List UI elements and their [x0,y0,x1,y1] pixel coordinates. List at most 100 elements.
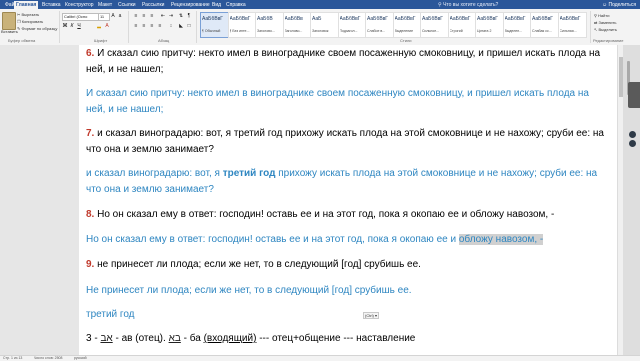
style-gallery-item[interactable]: АаБбВвГ Слабое в... [365,12,394,38]
style-name-label: Сильная... [559,29,577,33]
verse-9[interactable]: 9. не принесет ли плода; если же нет, то… [86,257,611,273]
verse-6[interactable]: 6. И сказал сию притчу: некто имел в вин… [86,46,611,78]
etymology-line[interactable]: 3 - אב - ав (отец). בא - ба (входящий) -… [86,331,611,347]
bullets-icon[interactable]: ≡ [133,13,139,19]
multilevel-list-icon[interactable]: ≡ [149,13,155,19]
verse-8-copy[interactable]: Но он сказал ему в ответ: господин! оста… [86,232,611,248]
style-gallery-item[interactable]: АаБбВвГ ¶ Без инте... [227,12,257,38]
status-language[interactable]: русский [74,356,87,361]
style-name-label: Цитата 2 [477,29,492,33]
style-gallery-item[interactable]: АаБбВвГ ¶ Обычный [200,12,229,38]
tell-me-search[interactable]: ⚲ Что вы хотите сделать? [438,1,498,9]
document-page[interactable]: 6. И сказал сию притчу: некто имел в вин… [79,45,617,355]
underline-button[interactable]: Ч [76,23,82,29]
increase-indent-icon[interactable]: ⇥ [168,13,174,19]
italic-button[interactable]: К [69,23,75,29]
line-spacing-icon[interactable]: ↕ [168,23,174,29]
status-word-count[interactable]: Число слов: 2508 [34,356,62,361]
cut-button[interactable]: ✂ Вырезать [17,12,39,18]
style-gallery-item[interactable]: АаБбВвГ Подзагол... [337,12,367,38]
style-sample-text: АаБбВвГ [449,16,471,22]
etymology-av: - ав (отец). [112,333,169,344]
etymology-ba: - ба [180,333,204,344]
style-sample-text: АаБбВв [284,16,303,22]
style-gallery-item[interactable]: АаБбВвГ Выделен... [502,12,532,38]
style-sample-text: АаБбВвГ [559,16,581,22]
grow-font-button[interactable]: A [110,13,116,19]
format-painter-button[interactable]: ✎ Формат по образцу [17,26,57,32]
align-right-icon[interactable]: ≡ [149,23,155,29]
verse-7-number: 7. [86,128,95,139]
paste-button[interactable]: Вставить [1,29,18,35]
ribbon-separator [128,11,129,43]
copy-label: Копировать [21,19,44,24]
shrink-font-button[interactable]: a [117,13,123,19]
tab-view[interactable]: Вид [210,1,223,9]
tab-insert[interactable]: Вставка [40,1,63,9]
select-button[interactable]: ↖ Выделить [594,27,617,33]
verse-9-copy[interactable]: Не принесет ли плода; если же нет, то в … [86,283,611,299]
tab-help[interactable]: Справка [224,1,248,9]
tab-review[interactable]: Рецензирование [169,1,212,9]
verse-9-text: не принесет ли плода; если же нет, то в … [97,259,421,270]
copy-button[interactable]: ❐ Копировать [17,19,43,25]
replace-button[interactable]: ⇄ Заменить [594,20,616,26]
style-name-label: Сильное... [422,29,440,33]
sort-icon[interactable]: ⇅ [178,13,184,19]
verse-6-text: И сказал сию притчу: некто имел в виногр… [86,48,601,75]
borders-icon[interactable]: □ [186,23,192,29]
style-gallery-item[interactable]: АаБбВвГ Выделение [392,12,422,38]
replace-label: Заменить [598,20,617,25]
style-gallery-item[interactable]: АаБбВвГ Строгий [447,12,477,38]
shading-icon[interactable]: ◣ [178,23,184,29]
align-center-icon[interactable]: ≡ [141,23,147,29]
style-sample-text: АаБбВвГ [202,16,224,22]
verse-8-number: 8. [86,209,95,220]
format-painter-label: Формат по образцу [21,26,58,31]
tab-design[interactable]: Конструктор [63,1,96,9]
highlight-icon[interactable]: ▂ [96,23,102,29]
tab-home[interactable]: Главная [14,1,39,9]
verse-8[interactable]: 8. Но он сказал ему в ответ: господин! о… [86,207,611,223]
tab-layout[interactable]: Макет [96,1,114,9]
style-gallery-item[interactable]: АаБбВвГ Сильное... [420,12,449,38]
justify-icon[interactable]: ≡ [157,23,163,29]
align-left-icon[interactable]: ≡ [133,23,139,29]
circle-icon[interactable] [629,131,636,138]
laptop-icon [628,82,640,108]
show-marks-icon[interactable]: ¶ [186,13,192,19]
style-gallery-item[interactable]: АаБ Заголовок [310,12,339,38]
style-gallery-item[interactable]: АаБбВвГ Слабая сс... [530,12,559,38]
ribbon-tab-bar: Файл Главная Вставка Конструктор Макет С… [0,0,640,9]
ribbon-separator [196,11,197,43]
tab-references[interactable]: Ссылки [116,1,138,9]
style-gallery-item[interactable]: АаБбВвГ Цитата 2 [475,12,504,38]
font-name-combo[interactable]: Calibri (Осно [62,13,99,21]
circle-icon[interactable] [629,140,636,147]
tab-mailings[interactable]: Рассылки [140,1,166,9]
find-button[interactable]: ⚲ Найти [594,13,609,19]
font-size-combo[interactable]: 11 [98,13,110,21]
style-gallery-item[interactable]: АаБбВв Заголово... [282,12,312,38]
hebrew-word-av: אב [100,333,113,344]
verse-8-selection[interactable]: обложу навозом, - [458,234,544,245]
third-year-line[interactable]: третий год [86,307,611,323]
style-sample-text: АаБбВвГ [504,16,526,22]
verse-7-copy[interactable]: и сказал виноградарю: вот, я третий год … [86,166,611,198]
share-button[interactable]: ☺ Поделиться [602,1,636,9]
status-page[interactable]: Стр. 1 из 13 [3,356,22,361]
share-label: Поделиться [608,2,637,8]
decrease-indent-icon[interactable]: ⇤ [160,13,166,19]
style-name-label: Выделен... [504,29,523,33]
numbering-icon[interactable]: ≡ [141,13,147,19]
font-color-icon[interactable]: A [104,23,110,29]
style-gallery-item[interactable]: АаБбВвГ Сильная... [557,12,587,38]
style-gallery-item[interactable]: АаБбВ Заголово... [255,12,284,38]
verse-6-copy[interactable]: И сказал сию притчу: некто имел в виногр… [86,86,611,118]
paste-options-button[interactable]: (Ctrl) ▾ [363,312,380,319]
verse-7[interactable]: 7. и сказал виноградарю: вот, я третий г… [86,126,611,158]
paste-icon[interactable] [2,12,16,30]
style-sample-text: АаБбВвГ [394,16,416,22]
style-name-label: Строгий [449,29,463,33]
bold-button[interactable]: Ж [62,23,68,29]
